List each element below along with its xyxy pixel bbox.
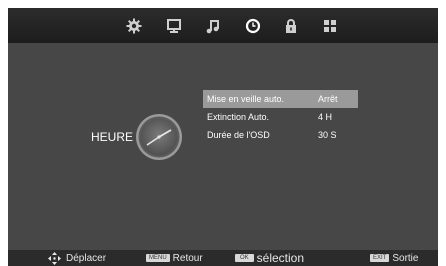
grid-icon	[324, 20, 336, 32]
hint-exit-label: Sortie	[392, 252, 419, 264]
tab-sound[interactable]	[204, 17, 222, 35]
tab-picture[interactable]	[165, 17, 183, 35]
menu-row-value: 30 S	[318, 130, 337, 140]
tab-settings[interactable]	[125, 17, 143, 35]
menu-key: MENU	[146, 254, 170, 262]
menu-row-label: Mise en veille auto.	[207, 94, 285, 104]
hint-move-label: Déplacer	[66, 252, 107, 264]
tab-setup[interactable]	[321, 17, 339, 35]
menu-row-label: Durée de l'OSD	[207, 130, 270, 140]
time-settings-menu: Mise en veille auto. Arrêt Extinction Au…	[203, 90, 358, 144]
hint-select: OK sélection	[235, 250, 304, 266]
clock-icon	[245, 18, 261, 34]
menu-row-auto-off[interactable]: Extinction Auto. 4 H	[203, 108, 358, 126]
menu-row-label: Extinction Auto.	[207, 112, 270, 122]
hint-back: MENU Retour	[146, 250, 203, 266]
hint-bar: Déplacer MENU Retour OK sélection EXIT S…	[8, 250, 438, 266]
dpad-icon	[48, 251, 61, 265]
tab-lock[interactable]	[282, 17, 300, 35]
tab-bar	[8, 8, 438, 43]
gear-icon	[126, 18, 142, 34]
hint-back-label: Retour	[172, 252, 203, 264]
menu-row-value: Arrêt	[318, 94, 338, 104]
menu-row-sleep-timer[interactable]: Mise en veille auto. Arrêt	[203, 90, 358, 108]
section-title: HEURE	[91, 130, 134, 144]
ok-key: OK	[235, 254, 254, 262]
tab-time[interactable]	[244, 17, 262, 35]
hint-select-label: sélection	[256, 251, 305, 265]
menu-row-value: 4 H	[318, 112, 333, 122]
music-note-icon	[206, 20, 219, 34]
osd-window: HEURE Mise en veille auto. Arrêt Extinct…	[8, 8, 438, 266]
exit-key: EXIT	[370, 254, 390, 262]
monitor-icon	[167, 19, 181, 33]
hint-exit: EXIT Sortie	[370, 250, 418, 266]
menu-row-osd-duration[interactable]: Durée de l'OSD 30 S	[203, 126, 358, 144]
lock-icon	[286, 19, 296, 33]
hint-move: Déplacer	[48, 250, 106, 266]
clock-illustration	[136, 114, 182, 160]
